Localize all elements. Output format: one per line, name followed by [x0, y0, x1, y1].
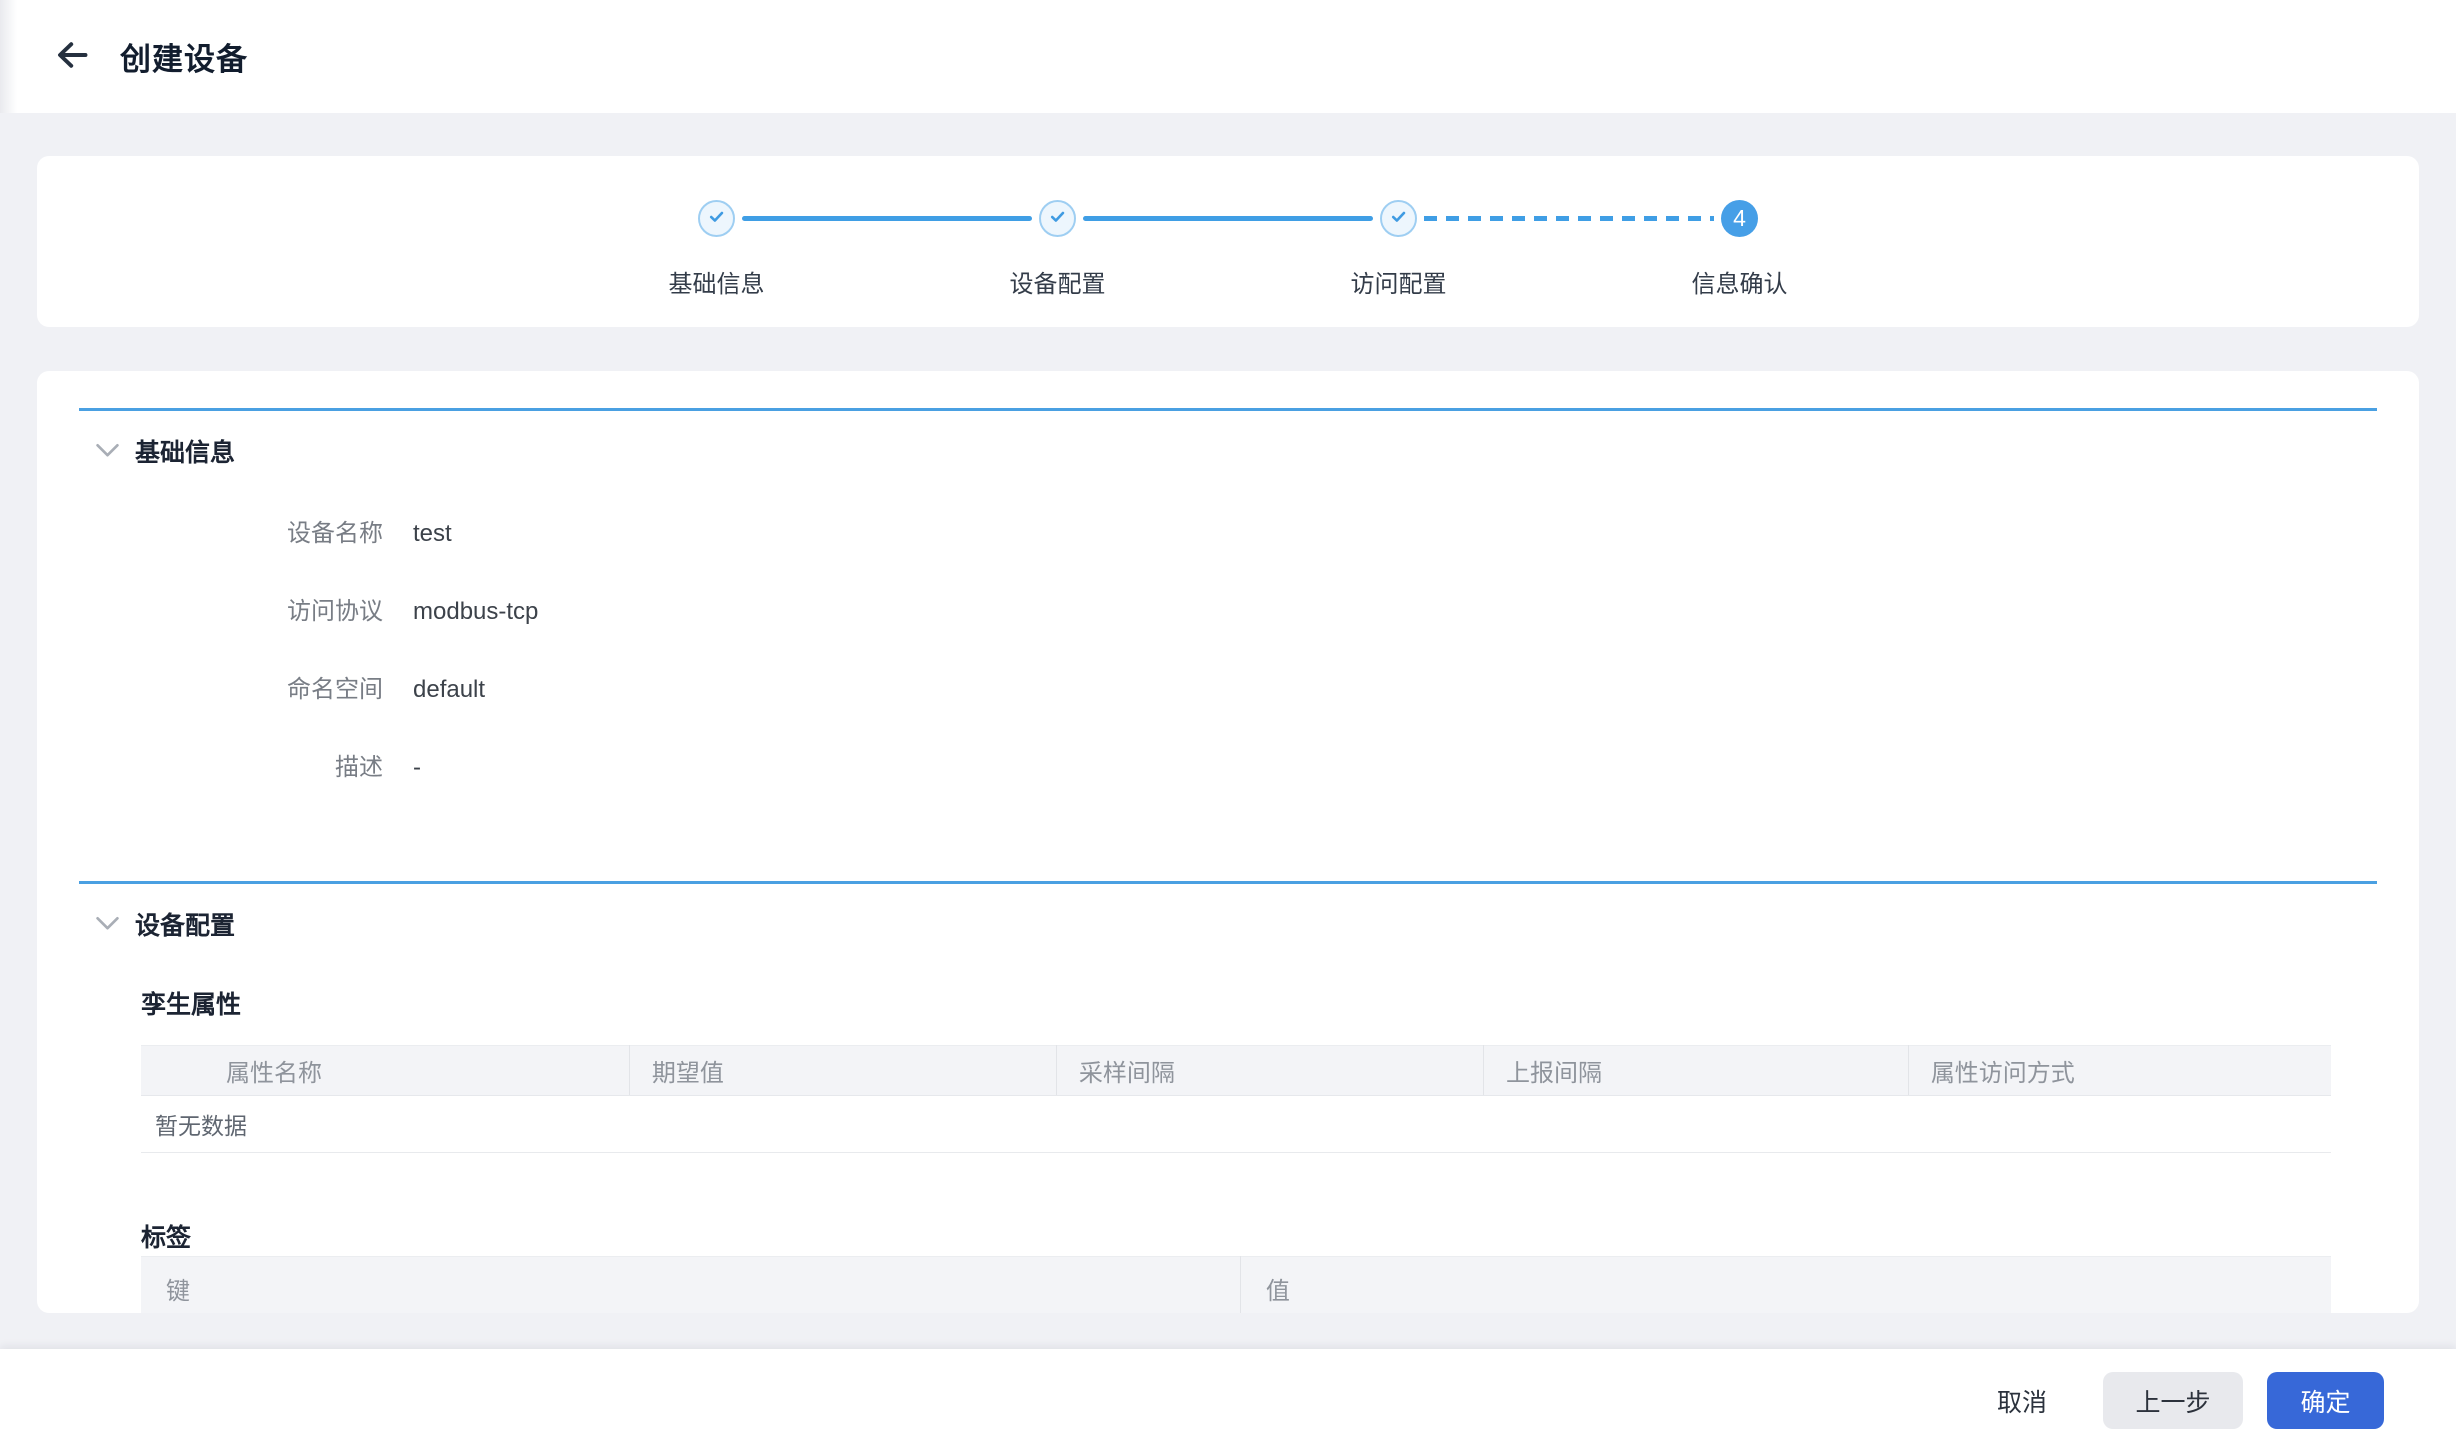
field-row-protocol: 访问协议 modbus-tcp — [79, 595, 2377, 629]
section-divider — [79, 408, 2377, 411]
step-connector — [1083, 216, 1373, 221]
field-value: modbus-tcp — [413, 595, 538, 629]
field-row-device-name: 设备名称 test — [79, 517, 2377, 551]
check-icon — [706, 206, 727, 232]
section-title: 基础信息 — [135, 435, 235, 471]
step-circle-4[interactable]: 4 — [1721, 200, 1758, 237]
field-label: 命名空间 — [79, 673, 383, 707]
twin-table-empty-row: 暂无数据 — [141, 1096, 2331, 1153]
content-area: 基础信息 设备配置 — [0, 113, 2456, 1349]
summary-card: 基础信息 设备名称 test 访问协议 modbus-tcp 命名空间 defa… — [37, 371, 2419, 1313]
col-report-interval: 上报间隔 — [1483, 1046, 1908, 1096]
create-device-page: 创建设备 基础信息 — [0, 0, 2456, 1452]
step-number: 4 — [1733, 205, 1746, 232]
col-access-mode: 属性访问方式 — [1908, 1046, 2331, 1096]
step-connector-dashed — [1424, 216, 1714, 221]
stepper: 基础信息 设备配置 — [37, 200, 2419, 237]
page-title: 创建设备 — [120, 34, 248, 79]
device-config-body: 孪生属性 属性名称 期望值 采样间隔 上报间隔 — [79, 988, 2377, 1313]
field-value: default — [413, 673, 485, 707]
previous-step-button[interactable]: 上一步 — [2103, 1372, 2243, 1429]
section-device-config: 设备配置 孪生属性 属性名称 期望值 采样间隔 — [79, 881, 2377, 1313]
section-title: 设备配置 — [135, 908, 235, 944]
step-basic-info[interactable]: 基础信息 — [698, 200, 735, 237]
arrow-left-icon — [54, 37, 90, 76]
basic-info-fields: 设备名称 test 访问协议 modbus-tcp 命名空间 default 描… — [79, 517, 2377, 785]
labels-table: 键 值 — [141, 1256, 2331, 1313]
stepper-card: 基础信息 设备配置 — [37, 156, 2419, 327]
step-access-config[interactable]: 访问配置 — [1380, 200, 1417, 237]
field-label: 访问协议 — [79, 595, 383, 629]
section-basic-info: 基础信息 设备名称 test 访问协议 modbus-tcp 命名空间 defa… — [79, 408, 2377, 785]
step-circle-1[interactable] — [698, 200, 735, 237]
step-label: 信息确认 — [1692, 264, 1788, 299]
twin-attributes-table: 属性名称 期望值 采样间隔 上报间隔 属性访问方式 暂无数据 — [141, 1045, 2331, 1153]
check-icon — [1047, 206, 1068, 232]
field-label: 设备名称 — [79, 517, 383, 551]
field-row-namespace: 命名空间 default — [79, 673, 2377, 707]
chevron-down-icon — [95, 443, 120, 463]
col-collect-interval: 采样间隔 — [1056, 1046, 1483, 1096]
step-info-confirm[interactable]: 4 信息确认 — [1721, 200, 1758, 237]
twin-attributes-heading: 孪生属性 — [141, 988, 2331, 1022]
labels-table-header-row: 键 值 — [141, 1257, 2331, 1314]
twin-table-header-row: 属性名称 期望值 采样间隔 上报间隔 属性访问方式 — [141, 1046, 2331, 1096]
col-desired-value: 期望值 — [629, 1046, 1056, 1096]
step-circle-3[interactable] — [1380, 200, 1417, 237]
cancel-button[interactable]: 取消 — [1997, 1383, 2047, 1419]
step-label: 访问配置 — [1351, 264, 1447, 299]
step-circle-2[interactable] — [1039, 200, 1076, 237]
field-label: 描述 — [79, 751, 383, 785]
page-header: 创建设备 — [0, 0, 2456, 113]
chevron-down-icon — [95, 916, 120, 936]
field-row-description: 描述 - — [79, 751, 2377, 785]
step-connector — [742, 216, 1032, 221]
col-key: 键 — [141, 1257, 1240, 1314]
col-value: 值 — [1240, 1257, 2331, 1314]
back-button[interactable] — [50, 35, 94, 79]
step-label: 基础信息 — [669, 264, 765, 299]
check-icon — [1388, 206, 1409, 232]
empty-data-text: 暂无数据 — [141, 1096, 2331, 1153]
step-label: 设备配置 — [1010, 264, 1106, 299]
section-basic-info-header[interactable]: 基础信息 — [79, 435, 2377, 471]
field-value: - — [413, 751, 421, 785]
footer-action-bar: 取消 上一步 确定 — [0, 1349, 2456, 1452]
section-divider — [79, 881, 2377, 884]
confirm-button[interactable]: 确定 — [2267, 1372, 2384, 1429]
section-device-config-header[interactable]: 设备配置 — [79, 908, 2377, 944]
field-value: test — [413, 517, 452, 551]
labels-heading: 标签 — [141, 1221, 2331, 1255]
step-device-config[interactable]: 设备配置 — [1039, 200, 1076, 237]
col-attribute-name: 属性名称 — [141, 1046, 629, 1096]
